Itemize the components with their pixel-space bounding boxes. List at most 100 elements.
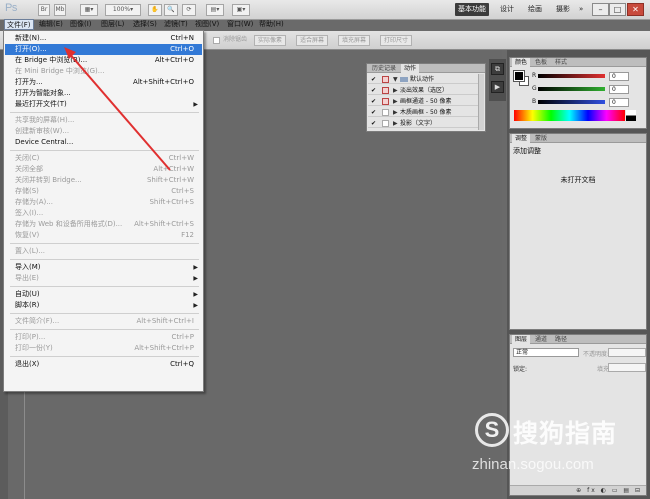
tab-channels[interactable]: 通道 <box>532 335 550 344</box>
workspace-essentials[interactable]: 基本功能 <box>455 3 489 16</box>
dialog-toggle-icon[interactable] <box>382 98 389 105</box>
action-row[interactable]: ✔ ▶ 画框通道 - 50 像素 <box>368 97 478 106</box>
menu-select[interactable]: 选择(S) <box>131 19 159 30</box>
expand-triangle-icon[interactable]: ▼ <box>393 75 398 84</box>
black-white-ramp[interactable] <box>626 110 636 121</box>
close-icon[interactable]: ✕ <box>627 3 644 16</box>
menu-edit[interactable]: 编辑(E) <box>37 19 65 30</box>
fill-input[interactable] <box>608 363 646 372</box>
toggle-check-icon[interactable]: ✔ <box>371 109 378 116</box>
file-menu-item[interactable]: 自动(U) ▶ <box>5 289 202 300</box>
menu-item-label: 在 Bridge 中浏览(B)... <box>15 56 88 64</box>
screen-mode-icon[interactable]: ▣▾ <box>232 4 250 16</box>
actions-panel-icon[interactable]: ▶ <box>491 81 504 93</box>
action-set-row[interactable]: ✔ ▼ 默认动作 <box>368 75 478 84</box>
workspace-painting[interactable]: 绘画 <box>525 3 545 16</box>
anti-alias-checkbox[interactable] <box>213 37 220 44</box>
menu-item-shortcut: Ctrl+P <box>171 333 194 341</box>
menu-window[interactable]: 窗口(W) <box>225 19 255 30</box>
file-menu-item: 恢复(V) F12 <box>5 230 202 241</box>
zoom-tool-icon[interactable]: 🔍 <box>164 4 178 16</box>
file-menu-item[interactable]: 脚本(R) ▶ <box>5 300 202 311</box>
tab-color[interactable]: 颜色 <box>512 58 531 67</box>
maximize-icon[interactable]: □ <box>609 3 626 16</box>
tab-history[interactable]: 历史记录 <box>369 64 399 73</box>
actual-pixels-button[interactable]: 实际像素 <box>254 35 287 46</box>
more-workspaces-icon[interactable]: » <box>576 3 586 16</box>
tab-adjustments[interactable]: 调整 <box>512 134 531 143</box>
menu-layer[interactable]: 图层(L) <box>99 19 126 30</box>
channel-slider[interactable] <box>538 100 605 104</box>
menu-separator <box>10 356 199 357</box>
menu-view[interactable]: 视图(V) <box>193 19 221 30</box>
tab-styles[interactable]: 样式 <box>552 58 570 67</box>
view-extras-icon[interactable]: ▦▾ <box>80 4 98 16</box>
workspace-design[interactable]: 设计 <box>497 3 517 16</box>
menu-item-label: 文件简介(F)... <box>15 317 60 325</box>
file-menu-item[interactable]: 打开为... Alt+Shift+Ctrl+O <box>5 77 202 88</box>
expand-triangle-icon[interactable]: ▶ <box>393 86 398 95</box>
channel-value-input[interactable]: 0 <box>609 72 629 81</box>
hand-tool-icon[interactable]: ✋ <box>148 4 162 16</box>
tab-swatches[interactable]: 色板 <box>532 58 550 67</box>
menu-file[interactable]: 文件(F) <box>4 19 34 30</box>
action-row[interactable]: ✔ ▶ 淡出效果（选区） <box>368 86 478 95</box>
toggle-check-icon[interactable]: ✔ <box>371 87 378 94</box>
channel-value-input[interactable]: 0 <box>609 98 629 107</box>
expand-triangle-icon[interactable]: ▶ <box>393 97 398 106</box>
toggle-check-icon[interactable]: ✔ <box>371 120 378 127</box>
file-menu-item[interactable]: 最近打开文件(T) ▶ <box>5 99 202 110</box>
action-row[interactable]: ✔ ▶ 投影（文字） <box>368 119 478 128</box>
print-size-button[interactable]: 打印尺寸 <box>380 35 413 46</box>
fill-screen-button[interactable]: 填充屏幕 <box>338 35 371 46</box>
actions-scrollbar[interactable] <box>478 74 484 130</box>
workspace-photography[interactable]: 摄影 <box>553 3 573 16</box>
menu-help[interactable]: 帮助(H) <box>257 19 286 30</box>
dialog-toggle-icon[interactable] <box>382 120 389 127</box>
dialog-toggle-icon[interactable] <box>382 109 389 116</box>
opacity-input[interactable] <box>608 348 646 357</box>
menu-image[interactable]: 图像(I) <box>68 19 94 30</box>
file-menu-item[interactable]: 打开为智能对象... <box>5 88 202 99</box>
file-menu-item[interactable]: 退出(X) Ctrl+Q <box>5 359 202 370</box>
tab-layers[interactable]: 图层 <box>512 335 531 344</box>
foreground-color-swatch[interactable] <box>513 70 525 82</box>
channel-slider[interactable] <box>538 74 605 78</box>
file-menu-item[interactable]: 在 Bridge 中浏览(B)... Alt+Ctrl+O <box>5 55 202 66</box>
history-panel-icon[interactable]: ⧉ <box>491 63 504 75</box>
expand-triangle-icon[interactable]: ▶ <box>393 119 398 128</box>
tab-actions[interactable]: 动作 <box>401 64 420 73</box>
menu-item-shortcut: Alt+Ctrl+O <box>154 56 194 64</box>
toggle-check-icon[interactable]: ✔ <box>371 76 378 83</box>
color-spectrum[interactable] <box>514 110 625 121</box>
menu-separator <box>10 329 199 330</box>
menu-filter[interactable]: 滤镜(T) <box>162 19 190 30</box>
expand-triangle-icon[interactable]: ▶ <box>393 108 398 117</box>
action-row[interactable]: ✔ ▶ 木质画框 - 50 像素 <box>368 108 478 117</box>
file-menu-item[interactable]: 导入(M) ▶ <box>5 262 202 273</box>
fit-screen-button[interactable]: 适合屏幕 <box>296 35 329 46</box>
file-menu-item[interactable]: Device Central... <box>5 137 202 148</box>
arrange-documents-icon[interactable]: ▤▾ <box>206 4 224 16</box>
channel-slider[interactable] <box>538 87 605 91</box>
dialog-toggle-icon[interactable] <box>382 76 389 83</box>
zoom-level-dropdown[interactable]: 100%▾ <box>105 4 141 16</box>
file-menu-item[interactable]: 打开(O)... Ctrl+O <box>5 44 202 55</box>
toggle-check-icon[interactable]: ✔ <box>371 98 378 105</box>
tab-paths[interactable]: 路径 <box>552 335 570 344</box>
layers-footer-icons[interactable]: ⊕ fx ◐ ▭ ▤ ⊟ <box>510 485 646 495</box>
channel-value-input[interactable]: 0 <box>609 85 629 94</box>
no-document-message: 未打开文档 <box>560 176 596 184</box>
file-menu-item[interactable]: 新建(N)... Ctrl+N <box>5 33 202 44</box>
mini-bridge-icon[interactable]: Mb <box>54 4 66 16</box>
menu-item-shortcut: Alt+Shift+Ctrl+P <box>134 344 194 352</box>
file-menu-item: 存储(S) Ctrl+S <box>5 186 202 197</box>
minimize-icon[interactable]: – <box>592 3 609 16</box>
blend-mode-select[interactable]: 正常 <box>513 348 579 357</box>
bridge-icon[interactable]: Br <box>38 4 50 16</box>
tab-masks[interactable]: 蒙版 <box>532 134 550 143</box>
dialog-toggle-icon[interactable] <box>382 87 389 94</box>
rotate-view-icon[interactable]: ⟳ <box>182 4 196 16</box>
action-label: 画框通道 - 50 像素 <box>400 98 452 105</box>
menu-item-label: 打开为... <box>15 78 43 86</box>
